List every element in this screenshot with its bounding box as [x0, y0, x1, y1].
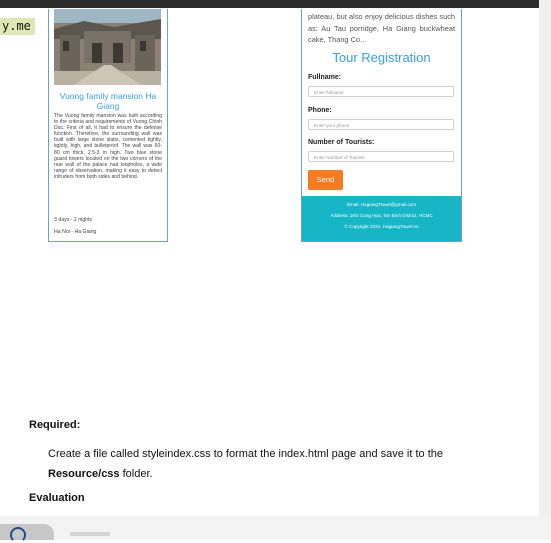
instruction-paragraph: Create a file called styleindex.css to f…: [48, 444, 448, 484]
phone-input[interactable]: Enter your phone: [308, 119, 454, 130]
tour-route: Ha Noi - Ha Giang: [54, 229, 97, 235]
bottom-thumbnail[interactable]: [0, 524, 54, 543]
registration-card: plateau, but also enjoy delicious dishes…: [301, 9, 462, 242]
tourists-label: Number of Tourists:: [308, 139, 375, 146]
footer-email: Email: HagiangTravel@gmail.com: [346, 202, 417, 207]
instruction-text: Create a file called styleindex.css to f…: [48, 448, 443, 460]
corner-tag: y.me: [0, 18, 35, 35]
fullname-input[interactable]: Enter fullname: [308, 86, 454, 97]
instruction-folder: Resource/css: [48, 468, 120, 480]
fullname-label: Fullname:: [308, 74, 342, 81]
mansion-photo: [54, 9, 161, 85]
instruction-suffix: folder.: [122, 468, 153, 480]
tour-description: The Vuong family mansion was built accor…: [54, 113, 162, 180]
footer-address: Address: 18/2 Cong Hoa, Tan Binh Distric…: [330, 213, 433, 218]
window-top-bar: [0, 0, 551, 8]
tour-title[interactable]: Vuong family mansion Ha Giang: [53, 91, 163, 111]
mansion-image-icon: [54, 9, 161, 85]
phone-label: Phone:: [308, 107, 332, 114]
tour-duration: 3 days - 2 nights: [54, 217, 93, 223]
registration-title: Tour Registration: [332, 50, 431, 65]
tour-card: Vuong family mansion Ha Giang The Vuong …: [48, 9, 168, 242]
site-footer: Email: HagiangTravel@gmail.com Address: …: [302, 196, 461, 241]
tourists-input[interactable]: Enter Number of Tourists: [308, 151, 454, 162]
evaluation-heading: Evaluation: [29, 492, 85, 504]
bottom-label: [70, 532, 110, 536]
send-button[interactable]: Send: [308, 170, 343, 190]
right-margin: [539, 0, 551, 540]
loading-icon: [10, 527, 26, 543]
intro-text: plateau, but also enjoy delicious dishes…: [308, 12, 455, 44]
bottom-band: [0, 516, 551, 540]
footer-copyright: © Copyright 2024. HagiangTravel.vn: [344, 224, 419, 229]
required-heading: Required:: [29, 419, 81, 431]
